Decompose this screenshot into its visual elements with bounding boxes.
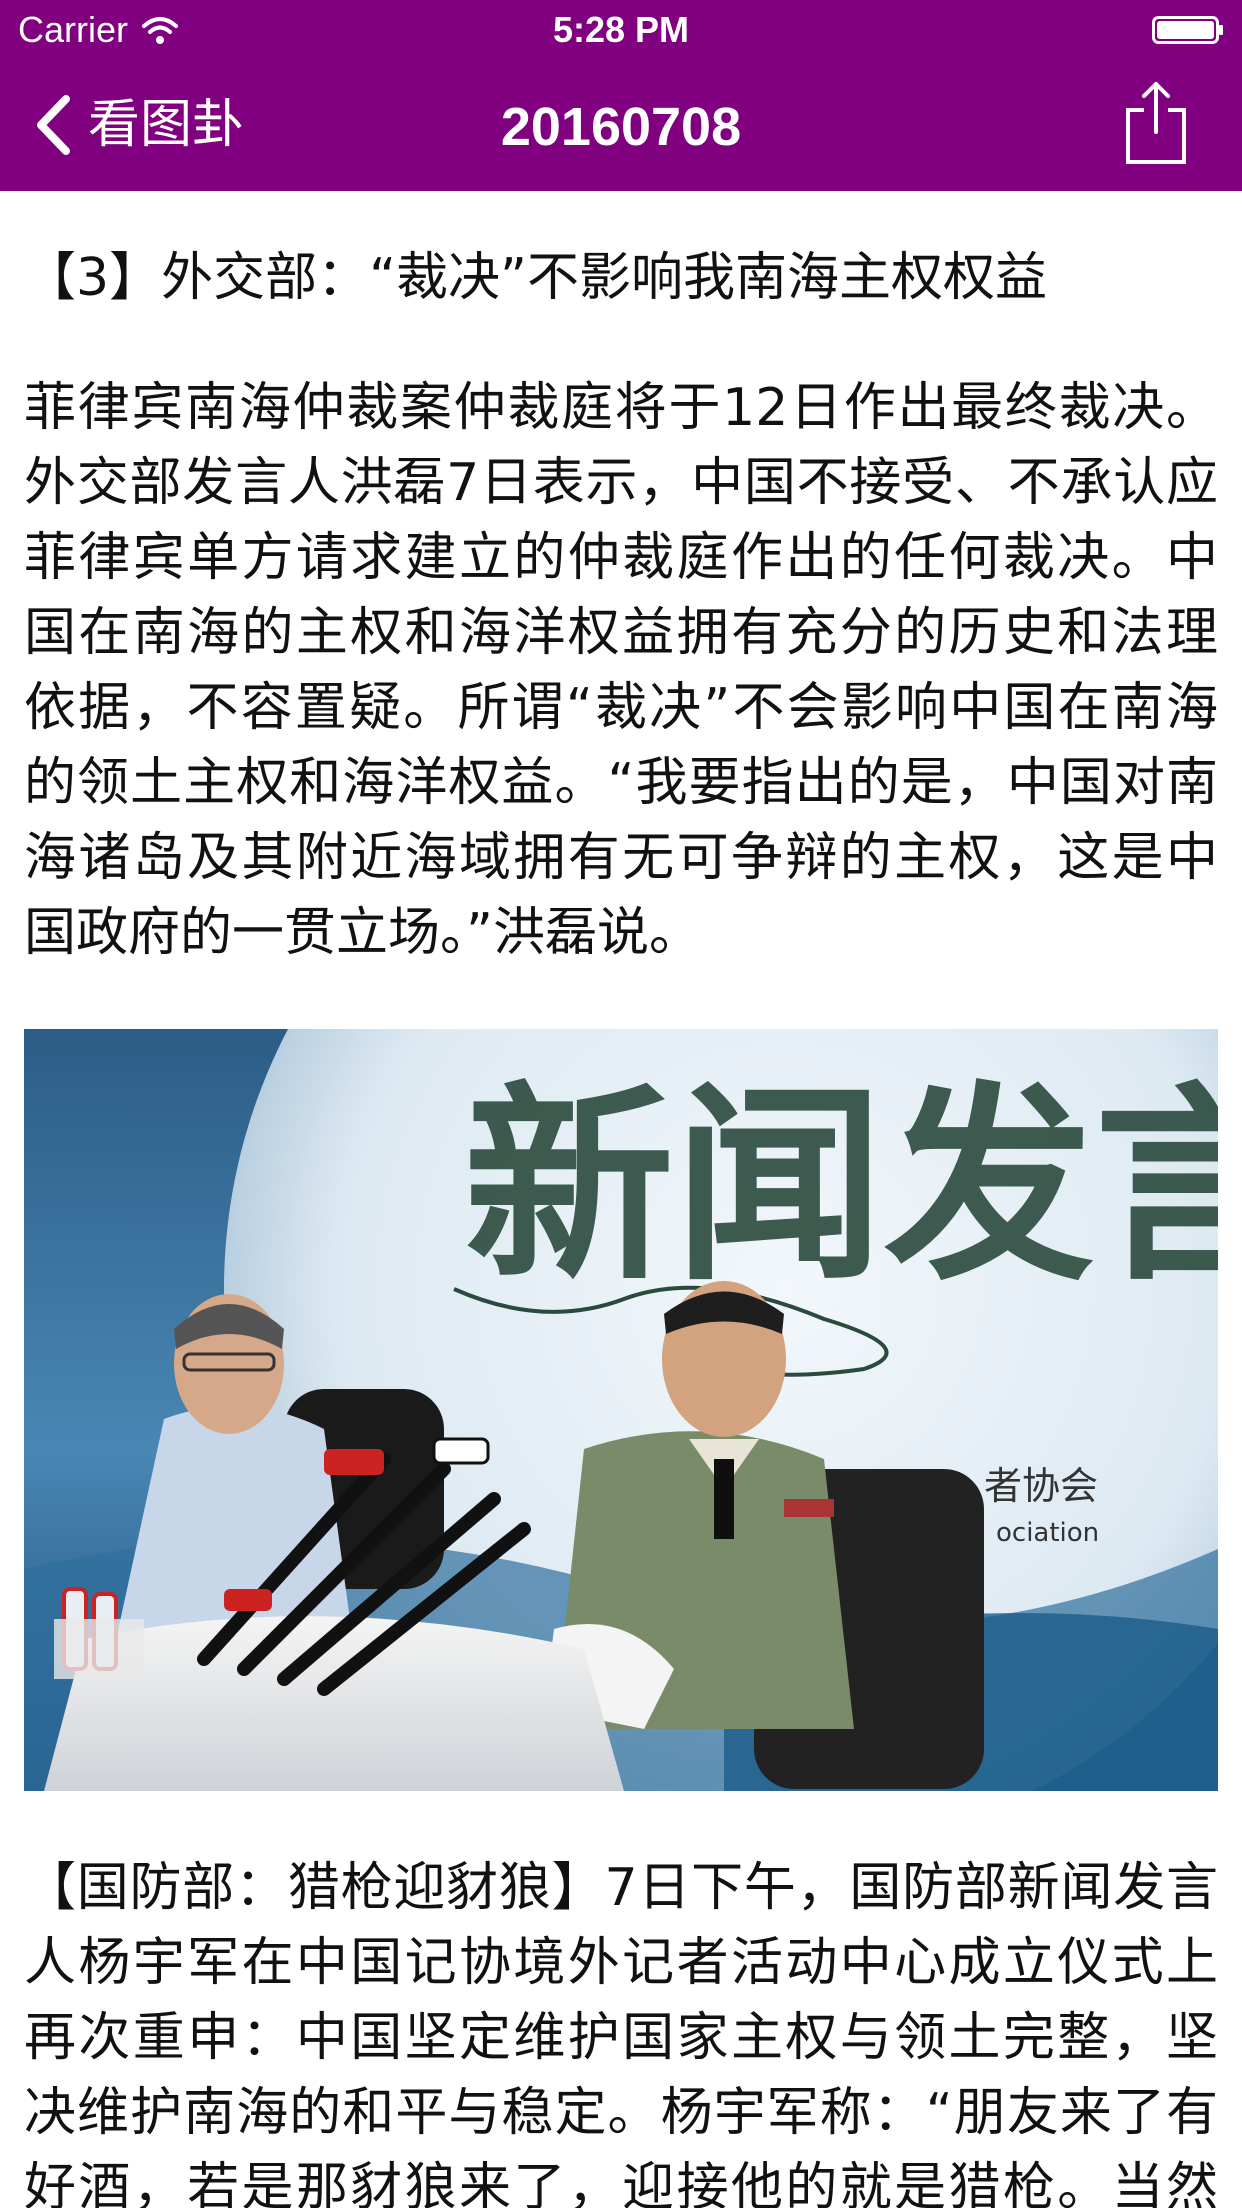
article-content[interactable]: 【3】外交部：“裁决”不影响我南海主权权益 菲律宾南海仲裁案仲裁庭将于12日作出…: [0, 191, 1242, 2208]
article-headline: 【3】外交部：“裁决”不影响我南海主权权益: [24, 248, 1047, 308]
sign-text-english: ociation: [996, 1518, 1099, 1548]
share-icon[interactable]: [1124, 80, 1188, 166]
status-bar: Carrier 5:28 PM: [0, 0, 1242, 60]
navigation-bar: 看图卦 20160708: [0, 60, 1242, 191]
article-paragraph: 【国防部：猎枪迎豺狼】7日下午，国防部新闻发言人杨宇军在中国记协境外记者活动中心…: [24, 1858, 1218, 2208]
article-paragraph: 菲律宾南海仲裁案仲裁庭将于12日作出最终裁决。外交部发言人洪磊7日表示，中国不接…: [24, 378, 1218, 963]
sign-text: 者协会: [984, 1464, 1098, 1508]
app-screen: Carrier 5:28 PM 看图卦 20160708 【3】外交部：“裁决”…: [0, 0, 1242, 2208]
battery-icon: [1152, 16, 1223, 44]
backdrop-calligraphy: 新闻发言: [464, 1062, 1218, 1309]
header: Carrier 5:28 PM 看图卦 20160708: [0, 0, 1242, 191]
article-photo: 新闻发言 者协会 ociation: [24, 1029, 1218, 1791]
back-button-label: 看图卦: [88, 95, 245, 155]
chevron-left-icon: [37, 95, 70, 155]
status-time: 5:28 PM: [552, 9, 690, 50]
back-button[interactable]: 看图卦: [34, 90, 244, 160]
